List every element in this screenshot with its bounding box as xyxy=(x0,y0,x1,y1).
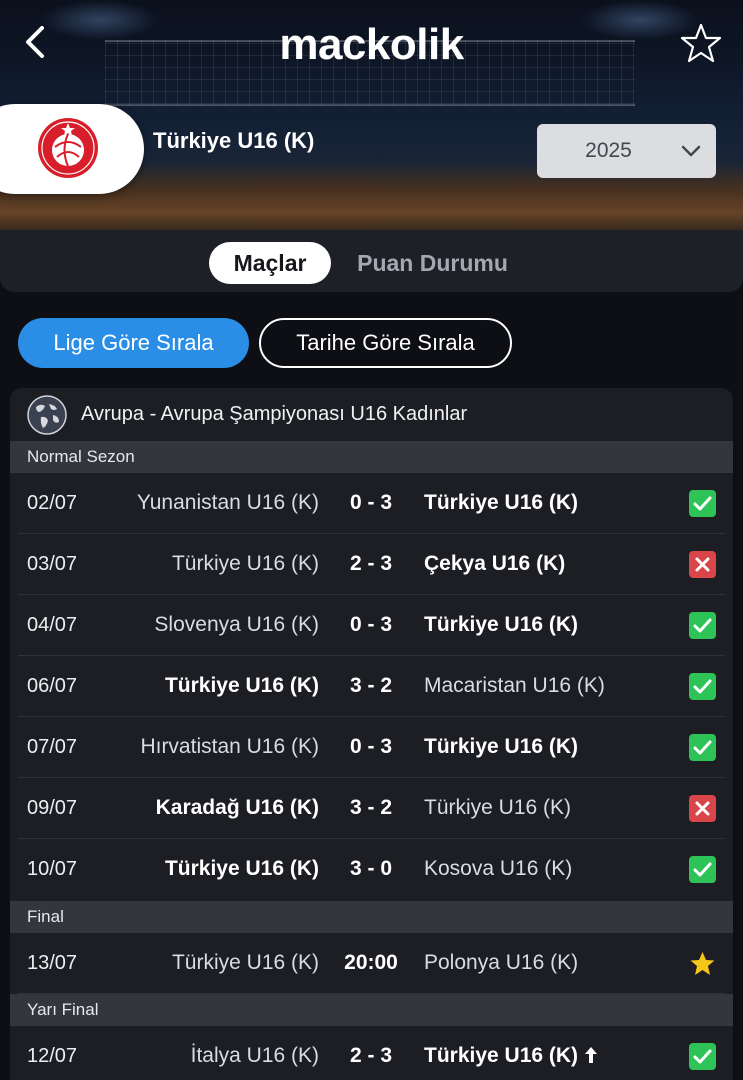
win-check-icon xyxy=(689,673,716,700)
win-check-icon xyxy=(689,856,716,883)
away-team: Çekya U16 (K) xyxy=(424,552,566,575)
arrow-up-icon xyxy=(584,1047,597,1063)
league-name: Avrupa - Avrupa Şampiyonası U16 Kadınlar xyxy=(81,403,468,425)
match-score: 3 - 2 xyxy=(349,674,393,697)
win-check-icon xyxy=(689,612,716,639)
win-check-icon xyxy=(689,490,716,517)
match-score: 0 - 3 xyxy=(349,613,393,636)
match-row[interactable]: 02/07 Yunanistan U16 (K) 0 - 3 Türkiye U… xyxy=(18,473,725,534)
away-team: Macaristan U16 (K) xyxy=(424,674,605,697)
away-team: Türkiye U16 (K) xyxy=(424,735,579,758)
home-team: İtalya U16 (K) xyxy=(190,1044,319,1067)
tab-matches[interactable]: Maçlar xyxy=(209,242,331,284)
section-header: Final xyxy=(10,901,733,933)
away-team: Polonya U16 (K) xyxy=(424,951,579,974)
match-date: 10/07 xyxy=(27,858,78,880)
away-team: Türkiye U16 (K) xyxy=(424,491,579,514)
match-score: 3 - 0 xyxy=(349,857,393,880)
tab-standings[interactable]: Puan Durumu xyxy=(345,242,520,284)
away-team: Türkiye U16 (K) xyxy=(424,1044,598,1068)
section-header: Normal Sezon xyxy=(10,441,733,473)
match-date: 09/07 xyxy=(27,797,78,819)
match-score: 2 - 3 xyxy=(349,1044,393,1067)
star-filled-icon[interactable] xyxy=(689,950,716,977)
home-team: Türkiye U16 (K) xyxy=(164,674,319,697)
home-team: Türkiye U16 (K) xyxy=(171,552,319,575)
match-row[interactable]: 09/07 Karadağ U16 (K) 3 - 2 Türkiye U16 … xyxy=(18,778,725,839)
team-name: Türkiye U16 (K) xyxy=(153,128,315,153)
match-date: 03/07 xyxy=(27,553,78,575)
match-row[interactable]: 12/07 İtalya U16 (K) 2 - 3 Türkiye U16 (… xyxy=(18,1026,725,1080)
home-team: Türkiye U16 (K) xyxy=(171,951,319,974)
away-team: Türkiye U16 (K) xyxy=(424,796,572,819)
season-dropdown[interactable]: 2025 xyxy=(537,124,716,178)
match-row[interactable]: 10/07 Türkiye U16 (K) 3 - 0 Kosova U16 (… xyxy=(18,839,725,900)
sort-by-league-button[interactable]: Lige Göre Sırala xyxy=(18,318,249,368)
match-score: 0 - 3 xyxy=(349,491,393,514)
match-row[interactable]: 07/07 Hırvatistan U16 (K) 0 - 3 Türkiye … xyxy=(18,717,725,778)
favorite-button[interactable] xyxy=(680,22,722,64)
match-date: 13/07 xyxy=(27,952,78,974)
match-date: 04/07 xyxy=(27,614,78,636)
match-score: 3 - 2 xyxy=(349,796,393,819)
season-value: 2025 xyxy=(585,139,632,162)
match-date: 06/07 xyxy=(27,675,78,697)
win-check-icon xyxy=(689,1043,716,1070)
away-team: Kosova U16 (K) xyxy=(424,857,573,880)
match-date: 07/07 xyxy=(27,736,78,758)
loss-x-icon xyxy=(689,795,716,822)
sort-by-date-button[interactable]: Tarihe Göre Sırala xyxy=(259,318,512,368)
match-date: 12/07 xyxy=(27,1045,78,1067)
team-logo-icon xyxy=(38,118,98,178)
match-time: 20:00 xyxy=(344,951,398,974)
league-card: Avrupa - Avrupa Şampiyonası U16 Kadınlar… xyxy=(10,388,733,1080)
chevron-down-icon xyxy=(681,145,701,157)
home-team: Karadağ U16 (K) xyxy=(155,796,319,819)
match-score: 0 - 3 xyxy=(349,735,393,758)
away-team-name: Türkiye U16 (K) xyxy=(424,1044,579,1067)
section-header: Yarı Final xyxy=(10,994,733,1026)
home-team: Hırvatistan U16 (K) xyxy=(140,735,319,758)
match-row[interactable]: 06/07 Türkiye U16 (K) 3 - 2 Macaristan U… xyxy=(18,656,725,717)
loss-x-icon xyxy=(689,551,716,578)
star-outline-icon xyxy=(680,23,722,63)
match-date: 02/07 xyxy=(27,492,78,514)
match-row[interactable]: 04/07 Slovenya U16 (K) 0 - 3 Türkiye U16… xyxy=(18,595,725,656)
globe-icon xyxy=(27,395,67,435)
win-check-icon xyxy=(689,734,716,761)
home-team: Slovenya U16 (K) xyxy=(154,613,319,636)
brand-logo: mackolik xyxy=(279,20,464,69)
match-score: 2 - 3 xyxy=(349,552,393,575)
home-team: Türkiye U16 (K) xyxy=(164,857,319,880)
league-header[interactable]: Avrupa - Avrupa Şampiyonası U16 Kadınlar xyxy=(10,388,733,441)
home-team: Yunanistan U16 (K) xyxy=(136,491,319,514)
away-team: Türkiye U16 (K) xyxy=(424,613,579,636)
match-row[interactable]: 03/07 Türkiye U16 (K) 2 - 3 Çekya U16 (K… xyxy=(18,534,725,595)
match-row[interactable]: 13/07 Türkiye U16 (K) 20:00 Polonya U16 … xyxy=(18,933,725,994)
